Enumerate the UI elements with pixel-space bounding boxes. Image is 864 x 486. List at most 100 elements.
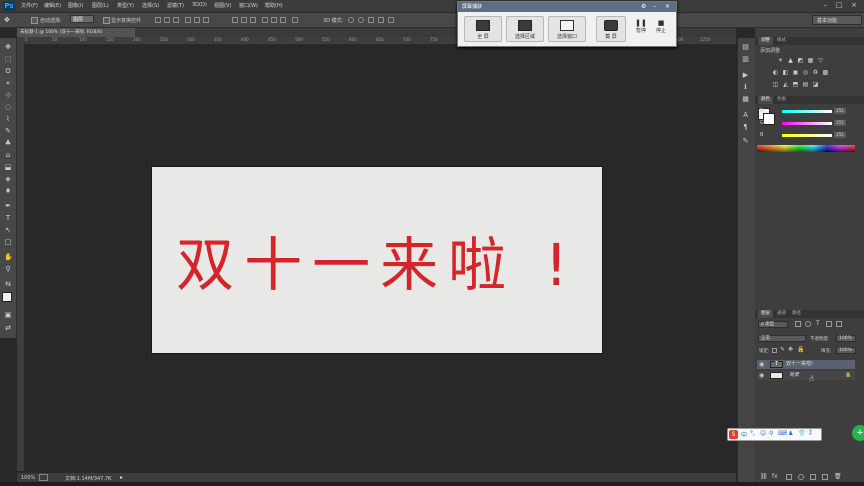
selective-color-icon[interactable]: ◪ — [812, 81, 819, 88]
export-icon[interactable] — [39, 474, 48, 481]
align-right-icon[interactable] — [203, 17, 209, 23]
workspace-dropdown[interactable]: 基本功能 — [812, 15, 862, 25]
ime-logo-icon[interactable]: S — [729, 430, 738, 439]
ime-skin-icon[interactable]: 👕 — [798, 430, 805, 437]
menu-3d[interactable]: 3D(D) — [192, 2, 207, 8]
menu-view[interactable]: 视图(V) — [214, 2, 231, 9]
distribute-top-icon[interactable] — [232, 17, 238, 23]
screen-mode-icon[interactable]: ⇄ — [4, 324, 12, 332]
distribute-left-icon[interactable] — [262, 17, 268, 23]
zoom-level[interactable]: 100% — [21, 475, 35, 481]
brush-panel-icon[interactable]: ✎ — [741, 137, 750, 146]
ime-chinese-mode[interactable]: 中 — [741, 430, 747, 439]
zoom-tool-icon[interactable]: ⚲ — [4, 265, 12, 273]
capture-window-button[interactable]: 选择窗口 — [548, 16, 586, 42]
slider-g-value[interactable]: 255 — [834, 120, 846, 126]
menu-type[interactable]: 类型(Y) — [117, 2, 134, 9]
capture-fullscreen-button[interactable]: 全 屏 — [464, 16, 502, 42]
capture-close-icon[interactable]: × — [665, 3, 670, 10]
visibility-eye-icon[interactable]: ◉ — [759, 360, 764, 369]
posterize-icon[interactable]: ◭ — [782, 81, 789, 88]
character-panel-icon[interactable]: A — [741, 111, 750, 120]
levels-icon[interactable]: ▲ — [787, 57, 794, 64]
history-brush-tool-icon[interactable]: ⌂ — [4, 151, 12, 159]
stop-button[interactable]: ■ 停止 — [652, 16, 670, 42]
vibrance-icon[interactable]: ▽ — [817, 57, 824, 64]
capture-minimize-icon[interactable]: – — [653, 3, 656, 10]
layer-row-text[interactable]: ◉ T 双十一来啦! — [757, 360, 855, 369]
swatches-panel-icon[interactable]: ▦ — [741, 95, 750, 104]
healing-tool-icon[interactable]: ⌇ — [4, 115, 12, 123]
eraser-tool-icon[interactable]: ⬓ — [4, 163, 12, 171]
status-arrow-icon[interactable]: ▸ — [120, 474, 123, 481]
distribute-hcenter-icon[interactable] — [271, 17, 277, 23]
slider-r-value[interactable]: 255 — [834, 108, 846, 114]
visibility-eye-icon[interactable]: ◉ — [759, 371, 764, 380]
capture-region-button[interactable]: 选择区域 — [506, 16, 544, 42]
tab-channels[interactable]: 通道 — [777, 310, 786, 318]
pause-button[interactable]: ❚❚ 暂停 — [632, 16, 650, 42]
canvas-text-layer[interactable]: 双十一来啦 ! — [152, 167, 602, 353]
filter-smart-icon[interactable] — [836, 321, 842, 327]
threshold-icon[interactable]: ⬒ — [792, 81, 799, 88]
align-left-icon[interactable] — [185, 17, 191, 23]
ime-emoji-icon[interactable]: ☺ — [760, 430, 766, 437]
fill-value[interactable]: 100% — [836, 347, 856, 354]
move-tool-icon[interactable]: ✥ — [4, 43, 12, 51]
ime-user-icon[interactable]: ♟ — [788, 430, 793, 437]
lock-position-icon[interactable]: ✥ — [788, 346, 793, 353]
lock-transparent-icon[interactable] — [772, 348, 777, 353]
auto-select-checkbox[interactable] — [31, 17, 38, 24]
filter-type-icon[interactable]: T — [816, 320, 820, 327]
info-panel-icon[interactable]: ℹ — [741, 83, 750, 92]
add-mask-icon[interactable] — [786, 474, 792, 480]
shape-tool-icon[interactable]: □ — [4, 238, 12, 246]
invert-icon[interactable]: ◫ — [772, 81, 779, 88]
tab-layers[interactable]: 图层 — [758, 310, 773, 318]
crop-tool-icon[interactable]: ⊹ — [4, 91, 12, 99]
delete-layer-icon[interactable]: 🗑 — [834, 473, 842, 480]
align-hcenter-icon[interactable] — [194, 17, 200, 23]
quick-mask-icon[interactable]: ▣ — [4, 311, 12, 319]
screenshot-button[interactable]: 截 屏 — [596, 16, 626, 42]
black-white-icon[interactable]: ▣ — [792, 69, 799, 76]
marquee-tool-icon[interactable]: ⬚ — [4, 55, 12, 63]
lock-image-icon[interactable]: ✎ — [780, 346, 785, 353]
align-vcenter-icon[interactable] — [164, 17, 170, 23]
menu-layer[interactable]: 图层(L) — [92, 2, 109, 9]
3d-roll-icon[interactable] — [358, 17, 364, 23]
lasso-tool-icon[interactable]: ʘ — [4, 67, 12, 75]
3d-scale-icon[interactable] — [388, 17, 394, 23]
3d-rotate-icon[interactable] — [348, 17, 354, 23]
slider-b[interactable] — [782, 134, 832, 137]
type-tool-icon[interactable]: T — [4, 214, 12, 222]
history-panel-icon[interactable]: ▤ — [741, 43, 750, 52]
tab-paths[interactable]: 路径 — [792, 310, 801, 318]
tab-styles[interactable]: 样式 — [777, 37, 786, 45]
channel-mixer-icon[interactable]: ♻ — [812, 69, 819, 76]
distribute-bottom-icon[interactable] — [250, 17, 256, 23]
blur-tool-icon[interactable]: ♦ — [4, 187, 12, 195]
color-lookup-icon[interactable]: ▩ — [822, 69, 829, 76]
layer-style-icon[interactable]: fx — [772, 473, 778, 480]
layer-name[interactable]: 背景 — [789, 371, 799, 380]
color-background-swatch[interactable] — [763, 113, 775, 125]
tab-adjustments[interactable]: 调整 — [758, 37, 773, 45]
filter-adjust-icon[interactable] — [805, 321, 811, 327]
gradient-tool-icon[interactable]: ◈ — [4, 175, 12, 183]
align-bottom-icon[interactable] — [173, 17, 179, 23]
menu-help[interactable]: 帮助(H) — [265, 2, 283, 9]
properties-panel-icon[interactable]: ▥ — [741, 55, 750, 64]
brush-tool-icon[interactable]: ✎ — [4, 127, 12, 135]
3d-drag-icon[interactable] — [368, 17, 374, 23]
paragraph-panel-icon[interactable]: ¶ — [741, 123, 750, 132]
eyedropper-tool-icon[interactable]: ◌ — [4, 103, 12, 111]
new-adjustment-icon[interactable] — [798, 474, 804, 480]
distribute-vcenter-icon[interactable] — [241, 17, 247, 23]
3d-slide-icon[interactable] — [378, 17, 384, 23]
curves-icon[interactable]: ◩ — [797, 57, 804, 64]
filter-shape-icon[interactable] — [826, 321, 832, 327]
move-tool-preset-icon[interactable]: ✥ — [4, 16, 14, 24]
lock-all-icon[interactable]: 🔒 — [797, 346, 804, 353]
opacity-value[interactable]: 100% — [836, 335, 856, 342]
